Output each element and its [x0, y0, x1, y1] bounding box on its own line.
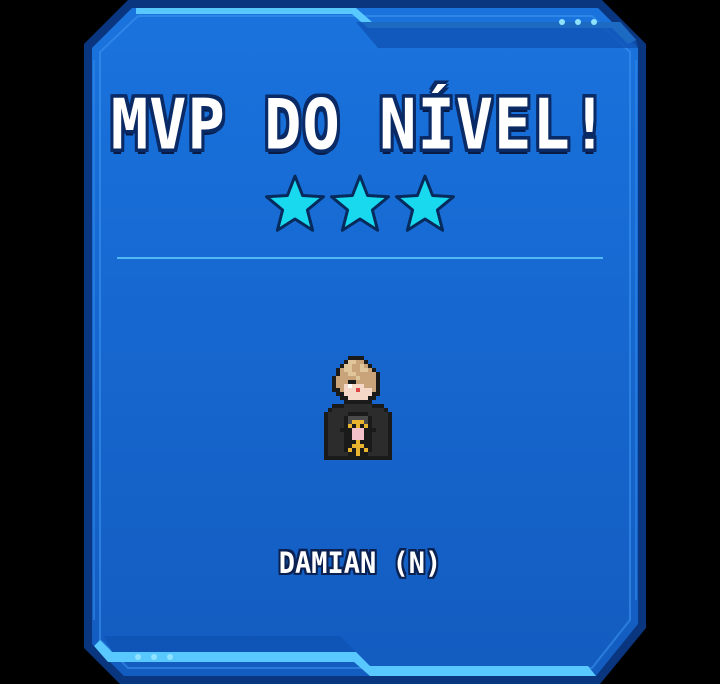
mvp-screen: MVP DO NÍVEL! DAMIAN (N) — [0, 0, 720, 684]
player-sprite — [324, 356, 392, 460]
divider — [117, 257, 603, 259]
rating-stars — [265, 174, 455, 232]
star-icon — [395, 174, 455, 232]
star-icon — [265, 174, 325, 232]
bottom-tab — [104, 636, 356, 652]
player-name: DAMIAN (N) — [278, 546, 442, 581]
top-tab — [356, 22, 638, 48]
star-icon — [330, 174, 390, 232]
mvp-title: MVP DO NÍVEL! — [110, 83, 610, 166]
